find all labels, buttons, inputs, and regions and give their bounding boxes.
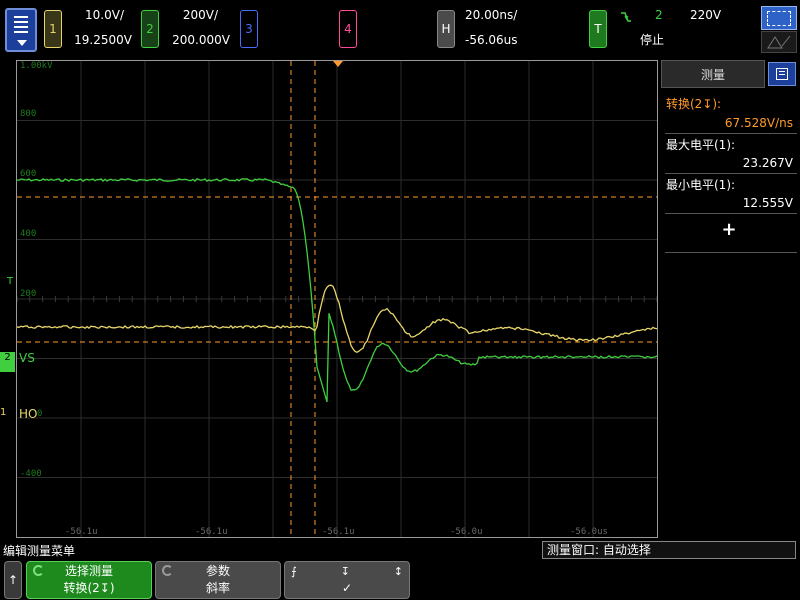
falling-edge-icon [620, 9, 632, 23]
softkey-1-line2: 转换(2↧) [63, 581, 115, 595]
measurement-window-status[interactable]: 测量窗口: 自动选择 [542, 541, 796, 559]
waveform-canvas[interactable] [17, 61, 657, 537]
y-label-800: 800 [20, 109, 37, 119]
meas-3-value: 12.555V [742, 196, 793, 210]
up-arrow-icon: ↑ [7, 572, 19, 587]
channel-2-badge[interactable]: 2 [141, 10, 159, 48]
trigger-position-marker [333, 61, 343, 67]
x-label-4: -56.0u [450, 527, 483, 537]
menu-list-icon [14, 16, 28, 34]
trigger-badge[interactable]: T [589, 10, 607, 48]
panel-options-button[interactable] [768, 62, 796, 86]
divider [665, 252, 797, 253]
rising-edge-icon[interactable]: ⨍ [291, 563, 297, 580]
dropdown-arrow-icon [17, 40, 27, 46]
measurement-panel-title[interactable]: 测量 [661, 60, 765, 88]
selection-box-icon [767, 11, 791, 26]
x-label-2: -56.1u [195, 527, 228, 537]
ch1-ground-marker[interactable]: 1 [0, 407, 15, 427]
divider [665, 173, 797, 174]
softkey-1-line1: 选择测量 [64, 564, 113, 578]
back-button[interactable]: ↑ [4, 561, 22, 599]
channel-2-offset[interactable]: 200.000V [164, 33, 230, 47]
main-menu-button[interactable] [5, 8, 37, 52]
acquisition-status: 停止 [640, 33, 665, 47]
measure-tool-button[interactable] [761, 31, 797, 53]
x-label-5: -56.0us [570, 527, 608, 537]
select-measurement-softkey[interactable]: 选择测量 转换(2↧) [26, 561, 152, 599]
divider [665, 213, 797, 214]
either-edge-icon[interactable]: ↕ [394, 563, 403, 580]
meas-2-label[interactable]: 最大电平(1): [666, 136, 735, 153]
softkey-3-line2: ✓ [341, 581, 353, 595]
y-label-400: 400 [20, 229, 37, 239]
meas-1-value: 67.528V/ns [724, 116, 793, 130]
ch1-name-label: HO [19, 407, 38, 421]
trigger-level-marker[interactable]: T [7, 276, 13, 287]
ch2-name-label: VS [19, 351, 35, 365]
horizontal-scale[interactable]: 20.00ns/ [465, 8, 517, 22]
horizontal-badge[interactable]: H [437, 10, 455, 48]
top-status-bar: 1 10.0V/ 19.2500V 2 200V/ 200.000V 3 4 H… [0, 0, 800, 58]
menu-title: 编辑测量菜单 [3, 544, 76, 558]
meas-3-label[interactable]: 最小电平(1): [666, 176, 735, 193]
y-label-1kv: 1.00kV [20, 61, 53, 71]
softkey-2-line1: 参数 [205, 564, 230, 578]
zoom-select-button[interactable] [761, 6, 797, 30]
parameter-softkey[interactable]: 参数 斜率 [155, 561, 281, 599]
waveform-display[interactable]: 1.00kV 800 600 400 200 0 -400 -56.1u -56… [16, 60, 658, 538]
y-label-0: 0 [37, 409, 43, 419]
y-label-neg400: -400 [20, 469, 42, 479]
channel-3-badge[interactable]: 3 [240, 10, 258, 48]
rotary-knob-icon [162, 565, 173, 576]
divider [665, 133, 797, 134]
channel-4-badge[interactable]: 4 [339, 10, 357, 48]
rotary-knob-icon [33, 565, 44, 576]
add-measurement-button[interactable]: + [719, 219, 739, 240]
softkey-2-line2: 斜率 [205, 581, 230, 595]
delta-measure-icon [767, 35, 791, 49]
softkey-bar: 编辑测量菜单 测量窗口: 自动选择 ↑ 选择测量 转换(2↧) 参数 斜率 ⨍ … [0, 540, 800, 600]
x-label-3: -56.1u [322, 527, 355, 537]
channel-1-badge[interactable]: 1 [44, 10, 62, 48]
falling-edge-option-icon[interactable]: ↧ [341, 563, 350, 580]
measurement-panel: 测量 转换(2↧): 67.528V/ns 最大电平(1): 23.267V 最… [661, 60, 800, 538]
y-label-600: 600 [20, 169, 37, 179]
x-label-1: -56.1u [65, 527, 98, 537]
y-label-200: 200 [20, 289, 37, 299]
meas-1-label[interactable]: 转换(2↧): [666, 95, 721, 112]
horizontal-delay[interactable]: -56.06us [465, 33, 518, 47]
list-icon [776, 68, 788, 80]
edge-options-row: ⨍ ↧ ↕ [291, 563, 403, 580]
trigger-level[interactable]: 220V [690, 8, 721, 22]
edge-select-softkey[interactable]: ⨍ ↧ ↕ ✓ [284, 561, 410, 599]
meas-2-value: 23.267V [742, 156, 793, 170]
channel-1-offset[interactable]: 19.2500V [64, 33, 132, 47]
trigger-source[interactable]: 2 [655, 8, 663, 22]
ch2-ground-marker[interactable]: 2 [0, 352, 15, 372]
channel-1-scale[interactable]: 10.0V/ [64, 8, 124, 22]
channel-2-scale[interactable]: 200V/ [164, 8, 218, 22]
